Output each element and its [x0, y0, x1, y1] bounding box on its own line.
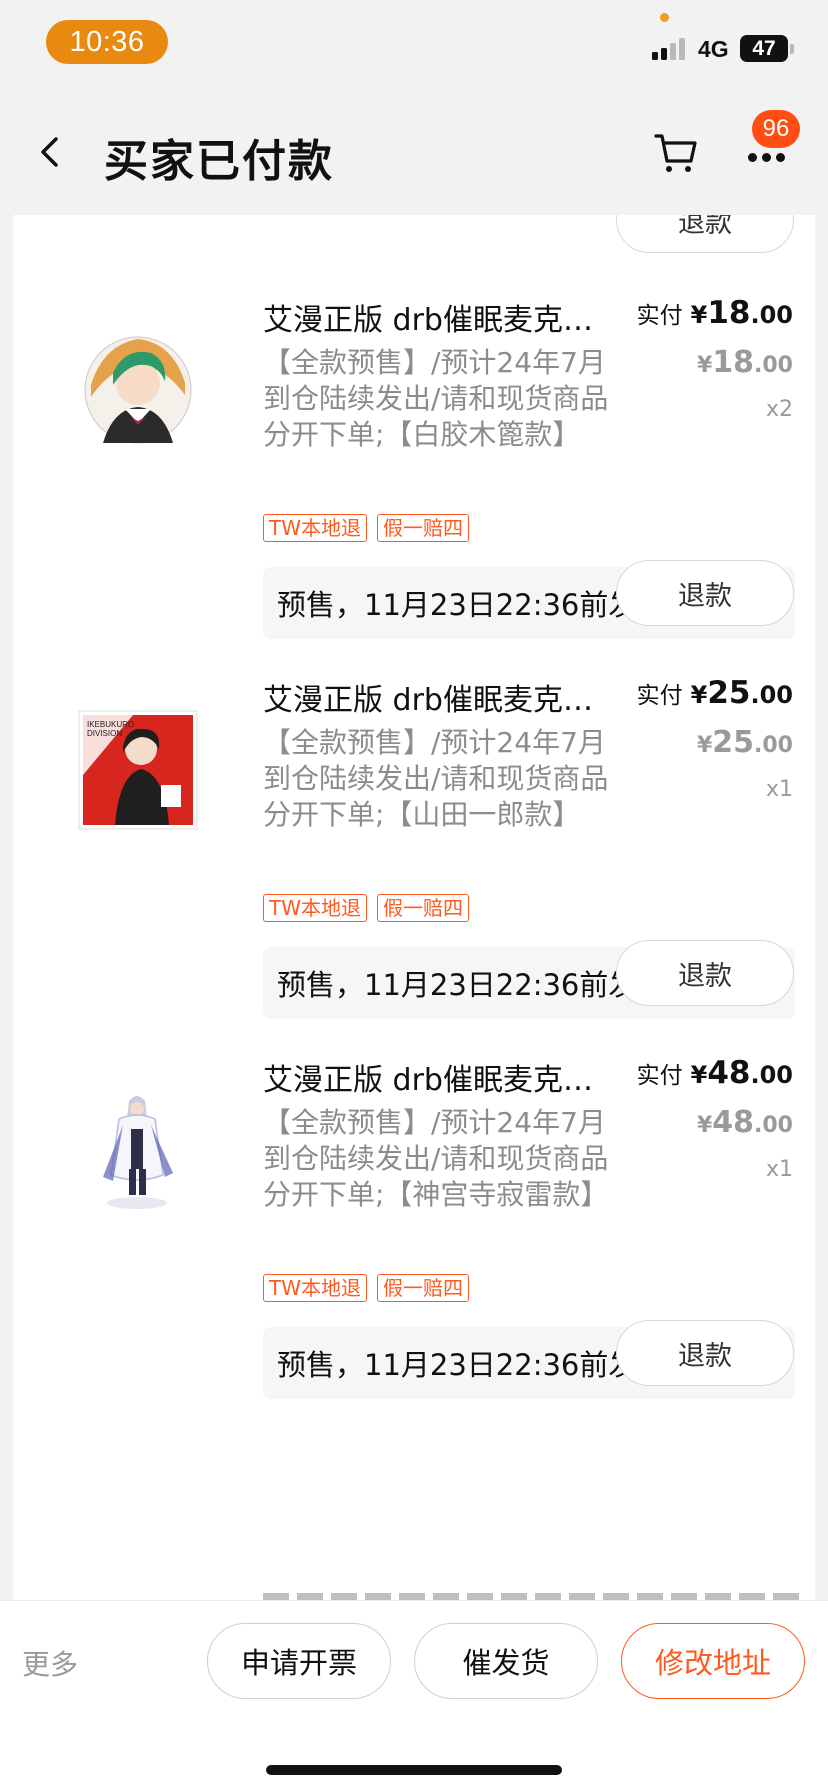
item-title[interactable]: 艾漫正版 drb催眠麦克风 … — [263, 1055, 613, 1099]
paid-price-integer: 48 — [707, 1055, 751, 1091]
currency-symbol: ¥ — [696, 1113, 713, 1138]
unit-price: ¥25.00 — [697, 725, 793, 760]
more-actions-link[interactable]: 更多 — [22, 1643, 78, 1683]
thumb-caption: IKEBUKURO — [87, 720, 134, 729]
tag-local-return: TW本地退 — [263, 894, 367, 922]
next-item-partial-row — [263, 1587, 803, 1600]
thumb-caption: DIVISION — [87, 729, 122, 738]
item-quantity: x2 — [765, 397, 793, 422]
signal-strength-icon — [652, 38, 690, 60]
apply-invoice-button[interactable]: 申请开票 — [207, 1623, 391, 1699]
paid-price-integer: 25 — [707, 675, 751, 711]
service-tags: TW本地退 假一赔四 — [263, 514, 469, 542]
unit-price: ¥48.00 — [697, 1105, 793, 1140]
battery-icon: 47 — [740, 35, 788, 62]
paid-price-integer: 18 — [707, 295, 751, 331]
home-indicator — [266, 1765, 562, 1775]
item-title[interactable]: 艾漫正版 drb催眠麦克风 … — [263, 675, 613, 719]
service-tags: TW本地退 假一赔四 — [263, 1274, 469, 1302]
product-thumbnail-acrylic-stand[interactable] — [73, 1085, 203, 1215]
tag-local-return: TW本地退 — [263, 514, 367, 542]
page-title: 买家已付款 — [104, 136, 334, 187]
currency-symbol: ¥ — [690, 681, 708, 709]
privacy-indicator-dot — [660, 13, 669, 22]
change-address-button[interactable]: 修改地址 — [621, 1623, 805, 1699]
currency-symbol: ¥ — [690, 301, 708, 329]
product-thumbnail-card[interactable]: IKEBUKURO DIVISION — [73, 705, 203, 835]
item-spec: 【全款预售】/预计24年7月到仓陆续发出/请和现货商品分开下单;【山田一郎款】 — [263, 726, 609, 831]
refund-button[interactable]: 退款 — [616, 215, 794, 253]
paid-price-decimal: .00 — [750, 1061, 793, 1089]
paid-price: 实付 ¥18.00 — [637, 295, 793, 331]
unit-price-decimal: .00 — [754, 733, 793, 758]
service-tags: TW本地退 假一赔四 — [263, 894, 469, 922]
refund-button[interactable]: 退款 — [616, 1320, 794, 1386]
bottom-action-bar: 更多 申请开票 催发货 修改地址 — [0, 1600, 828, 1792]
tag-local-return: TW本地退 — [263, 1274, 367, 1302]
tag-authentic-guarantee: 假一赔四 — [377, 894, 469, 922]
paid-price: 实付 ¥25.00 — [637, 675, 793, 711]
status-bar: 10:36 4G 47 — [0, 0, 828, 90]
paid-label: 实付 — [636, 1063, 683, 1089]
network-type: 4G — [698, 36, 729, 62]
paid-label: 实付 — [636, 683, 683, 709]
refund-button[interactable]: 退款 — [616, 940, 794, 1006]
paid-price-decimal: .00 — [750, 301, 793, 329]
item-spec: 【全款预售】/预计24年7月到仓陆续发出/请和现货商品分开下单;【白胶木篦款】 — [263, 346, 609, 451]
unit-price-decimal: .00 — [754, 1113, 793, 1138]
item-title[interactable]: 艾漫正版 drb催眠麦克风 … — [263, 295, 613, 339]
back-arrow-icon[interactable] — [34, 135, 68, 169]
item-quantity: x1 — [765, 1157, 793, 1182]
item-spec: 【全款预售】/预计24年7月到仓陆续发出/请和现货商品分开下单;【神宫寺寂雷款】 — [263, 1106, 609, 1211]
currency-symbol: ¥ — [690, 1061, 708, 1089]
unit-price-integer: 18 — [712, 345, 755, 380]
refund-button[interactable]: 退款 — [616, 560, 794, 626]
urge-shipping-button[interactable]: 催发货 — [414, 1623, 598, 1699]
nav-bar: 买家已付款 — [0, 95, 828, 215]
paid-price-decimal: .00 — [750, 681, 793, 709]
paid-label: 实付 — [636, 303, 683, 329]
cart-icon[interactable] — [654, 131, 698, 175]
battery-level: 47 — [752, 36, 776, 60]
battery-nub — [790, 44, 794, 54]
tag-authentic-guarantee: 假一赔四 — [377, 1274, 469, 1302]
currency-symbol: ¥ — [696, 733, 713, 758]
unit-price: ¥18.00 — [697, 345, 793, 380]
unit-price-decimal: .00 — [754, 353, 793, 378]
product-thumbnail-badge[interactable] — [73, 325, 203, 455]
cart-count-badge: 96 — [752, 110, 800, 148]
item-quantity: x1 — [765, 777, 793, 802]
status-time: 10:36 — [46, 20, 168, 64]
tag-authentic-guarantee: 假一赔四 — [377, 514, 469, 542]
paid-price: 实付 ¥48.00 — [637, 1055, 793, 1091]
unit-price-integer: 25 — [712, 725, 755, 760]
unit-price-integer: 48 — [712, 1105, 755, 1140]
order-items-card: 退款 艾漫正版 drb催眠麦克风 … 【全款预售】/预计24年7月到仓陆续发出/… — [13, 215, 815, 1600]
currency-symbol: ¥ — [696, 353, 713, 378]
